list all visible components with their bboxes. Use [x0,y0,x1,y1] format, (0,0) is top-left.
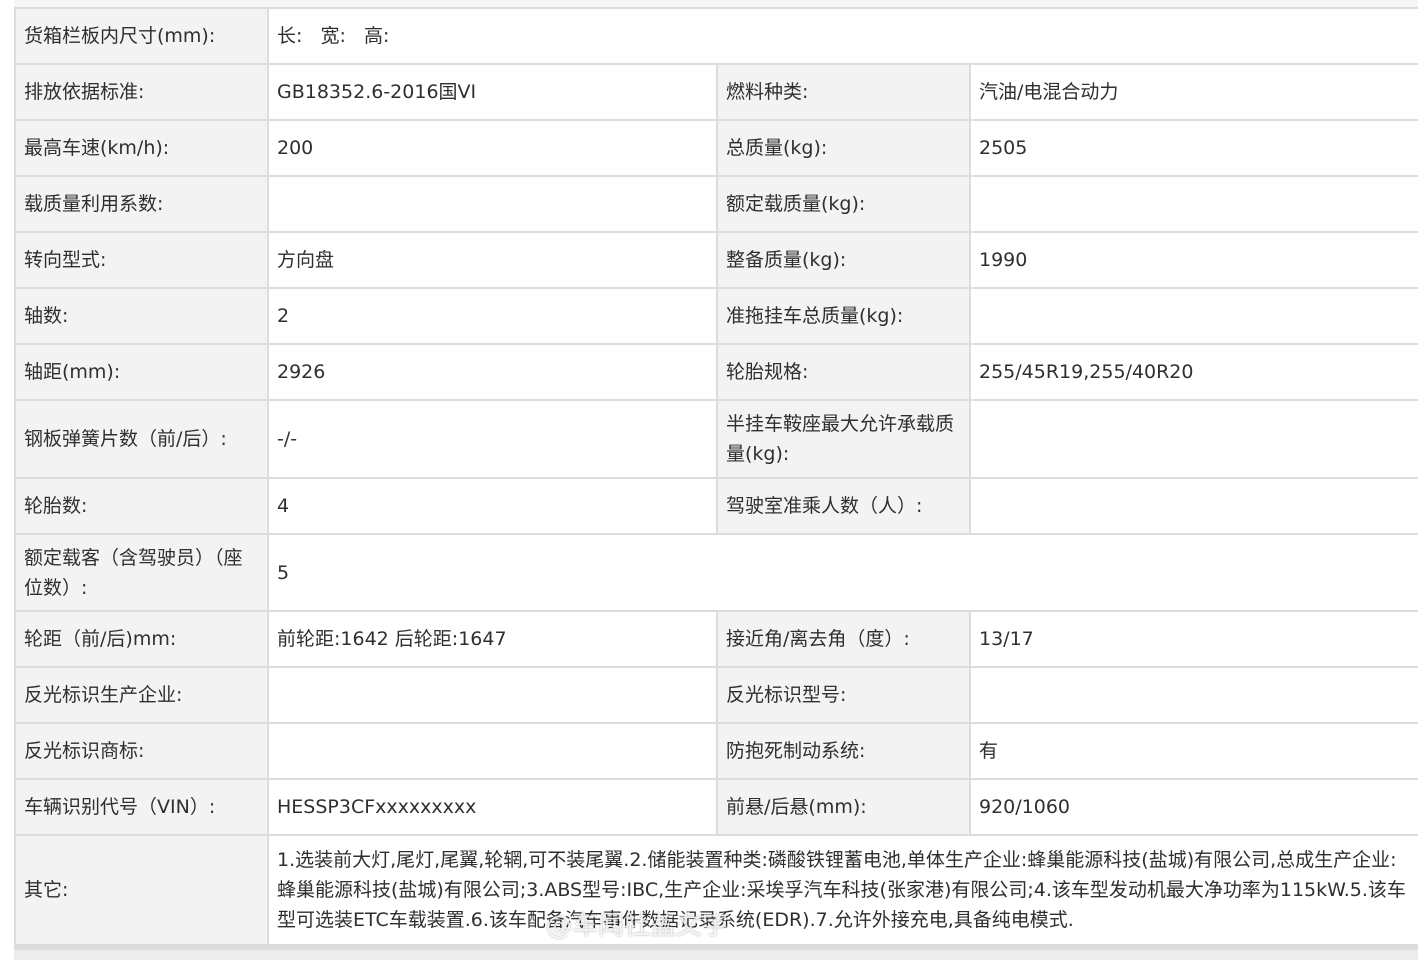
row-label: 轮距（前/后)mm: [16,612,267,666]
row-value: 920/1060 [971,780,1418,834]
row-label: 轮胎数: [16,479,267,533]
table-row: 轴数: 2 准拖挂车总质量(kg): [16,289,1418,343]
row-label: 额定载质量(kg): [718,177,969,231]
table-row: 车辆识别代号（VIN）: HESSP3CFxxxxxxxxx 前悬/后悬(mm)… [16,780,1418,834]
row-label: 转向型式: [16,233,267,287]
row-value: 2505 [971,121,1418,175]
row-value: 4 [269,479,716,533]
row-label: 驾驶室准乘人数（人）: [718,479,969,533]
row-label: 反光标识商标: [16,724,267,778]
row-label: 反光标识型号: [718,668,969,722]
row-label: 载质量利用系数: [16,177,267,231]
row-value: 13/17 [971,612,1418,666]
table-row: 轮距（前/后)mm: 前轮距:1642 后轮距:1647 接近角/离去角（度）:… [16,612,1418,666]
table-row: 货箱栏板内尺寸(mm): 长: 宽: 高: [16,9,1418,63]
row-value: 长: 宽: 高: [269,9,1418,63]
table-row: 反光标识商标: 防抱死制动系统: 有 [16,724,1418,778]
table-row: 额定载客（含驾驶员）（座位数）: 5 [16,535,1418,610]
row-label: 轴距(mm): [16,345,267,399]
row-label: 额定载客（含驾驶员）（座位数）: [16,535,267,610]
row-value [269,668,716,722]
row-label: 接近角/离去角（度）: [718,612,969,666]
row-label: 整备质量(kg): [718,233,969,287]
row-value [971,289,1418,343]
row-value: 1.选装前大灯,尾灯,尾翼,轮辋,可不装尾翼.2.储能装置种类:磷酸铁锂蓄电池,… [269,836,1418,944]
row-value: 方向盘 [269,233,716,287]
row-label: 钢板弹簧片数（前/后）: [16,401,267,477]
row-value: 汽油/电混合动力 [971,65,1418,119]
spec-sheet: 货箱栏板内尺寸(mm): 长: 宽: 高: 排放依据标准: GB18352.6-… [14,0,1418,960]
row-value: 2 [269,289,716,343]
row-label: 总质量(kg): [718,121,969,175]
row-label: 车辆识别代号（VIN）: [16,780,267,834]
row-value [971,668,1418,722]
table-row: 最高车速(km/h): 200 总质量(kg): 2505 [16,121,1418,175]
row-value: 1990 [971,233,1418,287]
row-value: HESSP3CFxxxxxxxxx [269,780,716,834]
row-label: 排放依据标准: [16,65,267,119]
row-label: 轮胎规格: [718,345,969,399]
row-label: 准拖挂车总质量(kg): [718,289,969,343]
row-value: 255/45R19,255/40R20 [971,345,1418,399]
table-row: 轴距(mm): 2926 轮胎规格: 255/45R19,255/40R20 [16,345,1418,399]
row-value [971,401,1418,477]
row-label: 轴数: [16,289,267,343]
table-row: 其它: 1.选装前大灯,尾灯,尾翼,轮辋,可不装尾翼.2.储能装置种类:磷酸铁锂… [16,836,1418,944]
row-value: -/- [269,401,716,477]
row-value: 5 [269,535,1418,610]
row-value [971,177,1418,231]
row-label: 半挂车鞍座最大允许承载质量(kg): [718,401,969,477]
table-row: 排放依据标准: GB18352.6-2016国VI 燃料种类: 汽油/电混合动力 [16,65,1418,119]
top-strip [14,0,1418,7]
table-row: 转向型式: 方向盘 整备质量(kg): 1990 [16,233,1418,287]
row-value [269,724,716,778]
row-value: 有 [971,724,1418,778]
row-label: 前悬/后悬(mm): [718,780,969,834]
row-value: 2926 [269,345,716,399]
row-value [971,479,1418,533]
table-row: 载质量利用系数: 额定载质量(kg): [16,177,1418,231]
row-label: 其它: [16,836,267,944]
vehicle-spec-table: 货箱栏板内尺寸(mm): 长: 宽: 高: 排放依据标准: GB18352.6-… [14,7,1420,946]
bottom-strip [14,950,1418,960]
row-label: 反光标识生产企业: [16,668,267,722]
row-value [269,177,716,231]
row-label: 燃料种类: [718,65,969,119]
table-row: 钢板弹簧片数（前/后）: -/- 半挂车鞍座最大允许承载质量(kg): [16,401,1418,477]
row-value: GB18352.6-2016国VI [269,65,716,119]
table-row: 轮胎数: 4 驾驶室准乘人数（人）: [16,479,1418,533]
table-row: 反光标识生产企业: 反光标识型号: [16,668,1418,722]
row-label: 货箱栏板内尺寸(mm): [16,9,267,63]
row-label: 防抱死制动系统: [718,724,969,778]
row-value: 前轮距:1642 后轮距:1647 [269,612,716,666]
row-value: 200 [269,121,716,175]
row-label: 最高车速(km/h): [16,121,267,175]
